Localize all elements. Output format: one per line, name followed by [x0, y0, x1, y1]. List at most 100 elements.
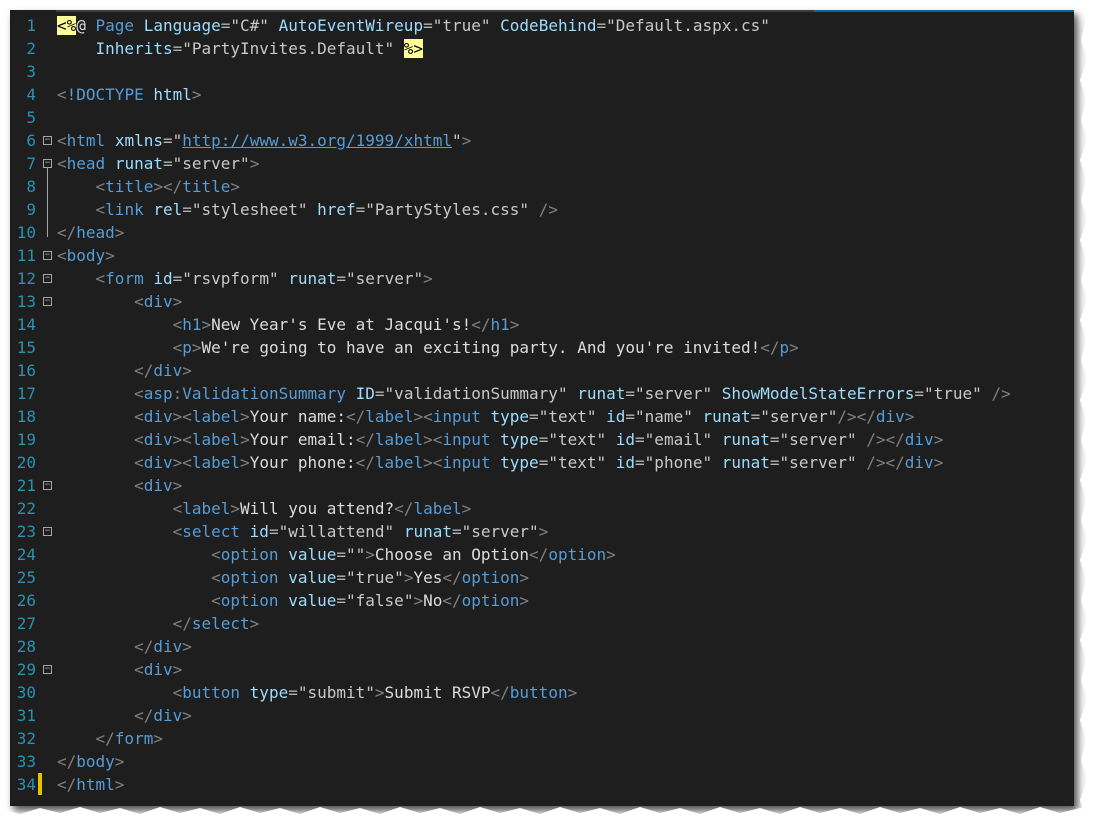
code-token: = [336, 568, 347, 587]
line-number: 26 [16, 591, 36, 610]
code-line[interactable] [57, 106, 1074, 129]
code-line[interactable]: </div> [57, 635, 1074, 658]
code-token[interactable]: http://www.w3.org/1999/xhtml [182, 131, 452, 150]
code-token: ID [355, 384, 375, 403]
code-line[interactable]: </div> [57, 704, 1074, 727]
code-line[interactable]: </body> [57, 750, 1074, 773]
code-token: body [76, 752, 115, 771]
code-token: > [240, 407, 250, 426]
code-line[interactable]: <body> [57, 244, 1074, 267]
line-number: 13 [16, 292, 36, 311]
code-line[interactable]: </form> [57, 727, 1074, 750]
code-token: > [538, 522, 549, 541]
code-line[interactable]: <option value="false">No</option> [57, 589, 1074, 612]
code-line[interactable]: </select> [57, 612, 1074, 635]
code-token: body [66, 246, 106, 265]
code-line[interactable]: <div> [57, 658, 1074, 681]
code-token: >< [423, 430, 443, 449]
code-line[interactable]: Inherits="PartyInvites.Default" %> [57, 37, 1074, 60]
code-line[interactable] [57, 60, 1074, 83]
code-line[interactable]: <option value="">Choose an Option</optio… [57, 543, 1074, 566]
fold-collapse-icon[interactable]: − [43, 159, 52, 168]
code-token: id [249, 522, 269, 541]
code-line[interactable]: <!DOCTYPE html> [57, 83, 1074, 106]
code-line[interactable]: </head> [57, 221, 1074, 244]
code-token: >< [172, 430, 192, 449]
code-line[interactable]: <link rel="stylesheet" href="PartyStyles… [57, 198, 1074, 221]
line-number: 32 [16, 729, 36, 748]
line-number: 33 [16, 752, 36, 771]
code-line[interactable]: <h1>New Year's Eve at Jacqui's!</h1> [57, 313, 1074, 336]
code-line[interactable]: </html> [57, 773, 1074, 796]
code-token: = [625, 407, 636, 426]
code-token: Your name: [249, 407, 347, 426]
fold-collapse-icon[interactable]: − [43, 481, 52, 490]
line-number: 34 [16, 775, 36, 794]
code-line[interactable]: <div> [57, 474, 1074, 497]
fold-collapse-icon[interactable]: − [43, 297, 52, 306]
code-token: option [548, 545, 607, 564]
fold-collapse-icon[interactable]: − [43, 274, 52, 283]
code-line[interactable]: <html xmlns="http://www.w3.org/1999/xhtm… [57, 129, 1074, 152]
code-line[interactable]: <option value="true">Yes</option> [57, 566, 1074, 589]
code-token: Inherits [95, 39, 173, 58]
code-token: <% [57, 16, 77, 35]
code-line[interactable]: <title></title> [57, 175, 1074, 198]
code-line[interactable]: <div><label>Your name:</label><input typ… [57, 405, 1074, 428]
code-token: > [519, 568, 530, 587]
code-line[interactable]: </div> [57, 359, 1074, 382]
code-token: >< [172, 407, 192, 426]
code-token: "C#" [230, 16, 279, 35]
fold-collapse-icon[interactable]: − [43, 527, 52, 536]
code-line[interactable]: <%@ Page Language="C#" AutoEventWireup="… [57, 14, 1074, 37]
fold-collapse-icon[interactable]: − [43, 251, 52, 260]
code-line[interactable]: <label>Will you attend?</label> [57, 497, 1074, 520]
code-line[interactable]: <select id="willattend" runat="server"> [57, 520, 1074, 543]
code-line[interactable]: <asp:ValidationSummary ID="validationSum… [57, 382, 1074, 405]
code-line[interactable]: <button type="submit">Submit RSVP</butto… [57, 681, 1074, 704]
code-token: </ [355, 430, 375, 449]
code-token: /> [538, 200, 558, 219]
code-token: href [317, 200, 356, 219]
fold-collapse-icon[interactable]: − [43, 136, 52, 145]
code-line[interactable]: <head runat="server"> [57, 152, 1074, 175]
code-token: label [191, 430, 241, 449]
code-token: < [172, 338, 183, 357]
line-number: 8 [26, 177, 36, 196]
line-number: 5 [26, 108, 36, 127]
code-editor[interactable]: 1 2 3 4 5 6 7 8 9 10 11 12 13 14 15 16 17 18 19 20 21 22 23 24 2… [10, 10, 1074, 806]
code-token: </ [490, 683, 510, 702]
code-token: </ [57, 752, 77, 771]
code-token: rel [153, 200, 183, 219]
code-line[interactable]: <p>We're going to have an exciting party… [57, 336, 1074, 359]
code-token: xmlns [114, 131, 163, 150]
code-area[interactable]: <%@ Page Language="C#" AutoEventWireup="… [57, 14, 1074, 796]
code-line[interactable]: <div><label>Your phone:</label><input ty… [57, 451, 1074, 474]
code-token: </ [355, 453, 375, 472]
code-line[interactable]: <div> [57, 290, 1074, 313]
code-token: "true" [346, 568, 404, 587]
line-number: 16 [16, 361, 36, 380]
code-token: > [191, 85, 202, 104]
line-number: 7 [26, 154, 36, 173]
code-token: > [413, 591, 424, 610]
code-token: > [249, 154, 260, 173]
code-token: id [606, 407, 626, 426]
code-token: " [451, 131, 462, 150]
code-token: = [268, 522, 279, 541]
code-token: < [172, 683, 183, 702]
code-token: > [153, 729, 163, 748]
code-token: /></ [866, 453, 905, 472]
code-token: < [134, 453, 144, 472]
code-token: select [182, 522, 250, 541]
code-token: </ [57, 223, 77, 242]
fold-collapse-icon[interactable]: − [43, 665, 52, 674]
code-line[interactable]: <div><label>Your email:</label><input ty… [57, 428, 1074, 451]
code-token: = [596, 16, 607, 35]
code-token: </ [471, 315, 491, 334]
code-line[interactable]: <form id="rsvpform" runat="server"> [57, 267, 1074, 290]
